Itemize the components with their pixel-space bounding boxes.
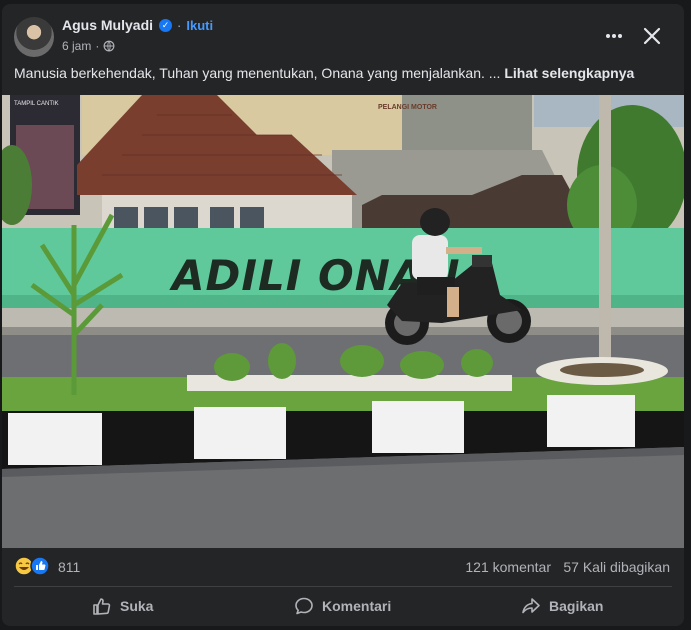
divider — [14, 586, 672, 587]
post-header: Agus Mulyadi ✓ · Ikuti 6 jam · — [2, 4, 684, 60]
comment-count[interactable]: 121 komentar — [465, 559, 551, 575]
like-icon — [30, 556, 50, 576]
share-icon — [522, 598, 540, 614]
post-card: Agus Mulyadi ✓ · Ikuti 6 jam · Manusia b… — [2, 4, 684, 626]
share-button[interactable]: Bagikan — [521, 589, 603, 623]
reaction-count[interactable]: 811 — [58, 559, 80, 575]
author-line: Agus Mulyadi ✓ · Ikuti — [62, 17, 213, 33]
post-meta: 6 jam · — [62, 39, 115, 53]
close-icon[interactable] — [640, 24, 664, 48]
post-caption: Manusia berkehendak, Tuhan yang menentuk… — [14, 65, 674, 81]
like-label: Suka — [120, 598, 154, 614]
post-time[interactable]: 6 jam — [62, 39, 91, 53]
dot-separator: · — [95, 39, 100, 53]
reaction-icons[interactable] — [14, 556, 54, 576]
like-icon — [93, 598, 111, 615]
avatar[interactable] — [14, 17, 54, 57]
globe-icon — [103, 40, 115, 52]
comment-label: Komentari — [322, 598, 392, 614]
banner-text: TAMPIL CANTIK — [14, 101, 59, 107]
utility-pole — [599, 95, 611, 365]
dot-separator: · — [177, 17, 182, 33]
like-button[interactable]: Suka — [92, 589, 153, 623]
comment-icon — [295, 597, 313, 615]
share-count[interactable]: 57 Kali dibagikan — [563, 559, 670, 575]
more-icon[interactable] — [600, 24, 628, 48]
see-more-link[interactable]: Lihat selengkapnya — [504, 65, 634, 81]
caption-text: Manusia berkehendak, Tuhan yang menentuk… — [14, 65, 501, 81]
verified-icon: ✓ — [159, 18, 173, 32]
author-name[interactable]: Agus Mulyadi — [62, 17, 153, 33]
follow-button[interactable]: Ikuti — [186, 18, 213, 33]
share-label: Bagikan — [549, 598, 604, 614]
comment-button[interactable]: Komentari — [294, 589, 391, 623]
post-photo[interactable]: PELANGI MOTOR TAMPIL CANTIK ADILI ONANA — [2, 95, 684, 548]
shop-sign-text: PELANGI MOTOR — [378, 104, 437, 111]
